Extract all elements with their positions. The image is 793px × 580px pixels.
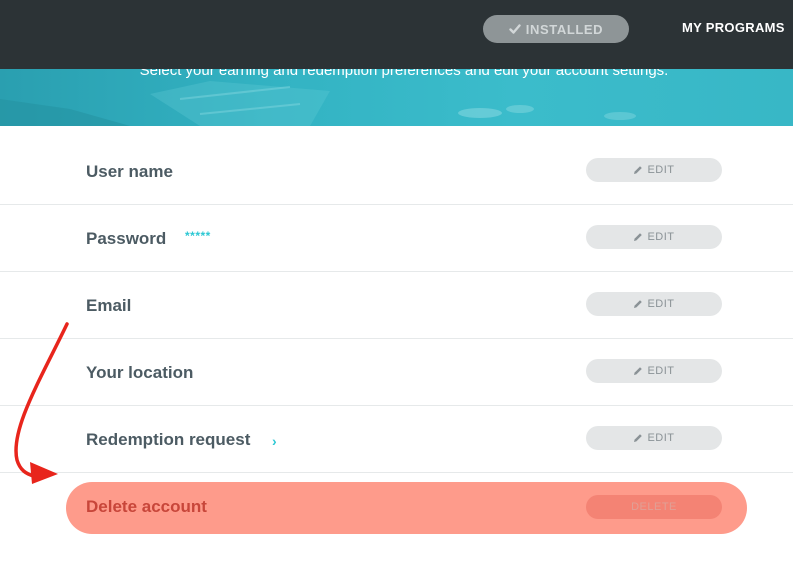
edit-redemption-request-button[interactable]: EDIT [586, 426, 722, 450]
hero-banner: Select your earning and redemption prefe… [0, 69, 793, 126]
edit-label: EDIT [647, 365, 675, 377]
edit-label: EDIT [647, 298, 675, 310]
edit-password-button[interactable]: EDIT [586, 225, 722, 249]
settings-row-password: Password ***** EDIT [0, 205, 793, 272]
settings-row-delete-account: Delete account DELETE [66, 482, 747, 534]
my-programs-link[interactable]: MY PROGRAMS [682, 20, 785, 35]
hero-subtitle: Select your earning and redemption prefe… [139, 69, 669, 79]
pencil-icon [634, 300, 643, 308]
pencil-icon [634, 434, 643, 442]
edit-label: EDIT [647, 164, 675, 176]
settings-row-email: Email EDIT [0, 272, 793, 339]
edit-label: EDIT [647, 231, 675, 243]
edit-label: EDIT [647, 432, 675, 444]
row-label-user-name: User name [86, 162, 173, 181]
settings-row-redemption-request: Redemption request › EDIT [0, 406, 793, 473]
pencil-icon [634, 367, 643, 375]
edit-email-button[interactable]: EDIT [586, 292, 722, 316]
top-nav-bar: INSTALLED MY PROGRAMS [0, 0, 793, 69]
edit-user-name-button[interactable]: EDIT [586, 158, 722, 182]
pencil-icon [634, 166, 643, 174]
settings-row-location: Your location EDIT [0, 339, 793, 406]
installed-label: INSTALLED [525, 21, 604, 37]
check-icon [509, 24, 521, 34]
row-label-email: Email [86, 296, 132, 315]
password-masked-value: ***** [185, 229, 211, 243]
settings-row-user-name: User name EDIT [0, 138, 793, 205]
installed-button[interactable]: INSTALLED [483, 15, 629, 43]
chevron-right-icon[interactable]: › [272, 433, 277, 449]
row-label-delete-account: Delete account [86, 497, 207, 516]
row-label-redemption-request[interactable]: Redemption request [86, 430, 250, 450]
delete-account-button[interactable]: DELETE [586, 495, 722, 519]
row-label-location: Your location [86, 363, 194, 382]
edit-location-button[interactable]: EDIT [586, 359, 722, 383]
row-label-password: Password [86, 229, 167, 248]
annotation-arrow-icon [14, 322, 69, 484]
pencil-icon [634, 233, 643, 241]
